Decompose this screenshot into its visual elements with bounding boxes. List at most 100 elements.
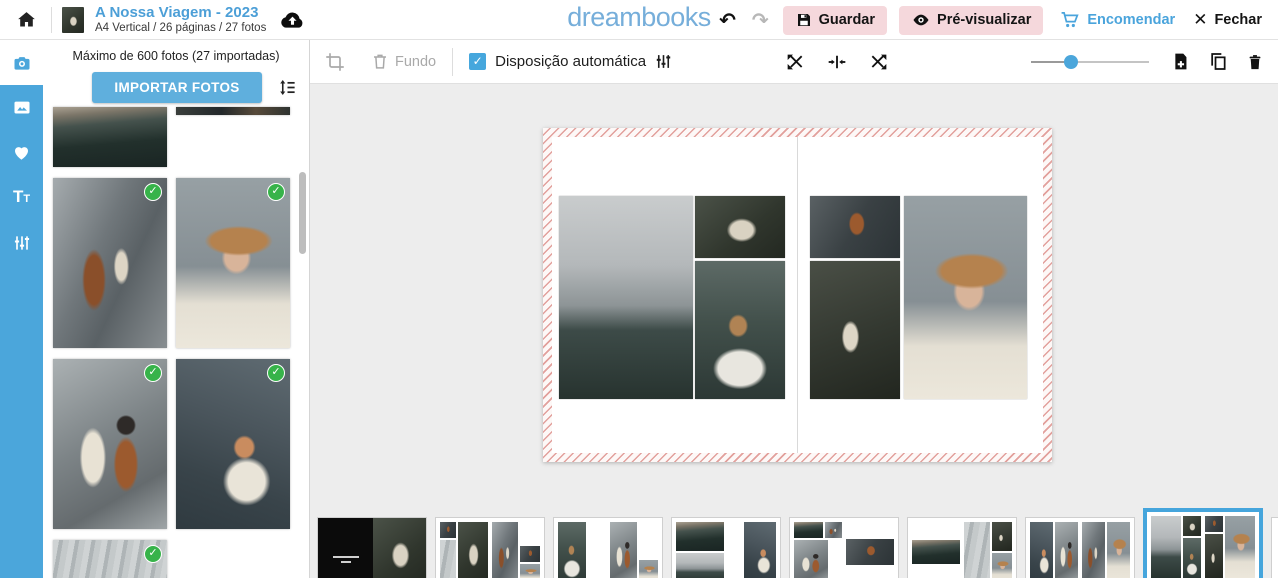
eye-icon [911, 11, 931, 29]
text-icon: TT [13, 188, 30, 208]
cloud-sync-icon [280, 10, 305, 29]
spread-photo-cliff-and-lake[interactable] [559, 196, 693, 399]
cover-back [318, 518, 373, 578]
copy-icon [1208, 51, 1228, 72]
cover-front-photo [373, 518, 426, 578]
project-thumbnail [62, 7, 84, 33]
filmstrip-thumb-spread-6[interactable] [1025, 517, 1135, 578]
grid-empty-cell [176, 540, 290, 578]
panel-scrollbar[interactable] [299, 172, 306, 254]
page-filmstrip [310, 508, 1278, 578]
mini-page [1082, 522, 1130, 578]
crop-button[interactable] [325, 52, 345, 72]
merge-pages-button[interactable] [827, 52, 847, 72]
mini-photo [1055, 522, 1078, 578]
undo-button[interactable]: ↶ [717, 8, 738, 32]
mini-page [964, 522, 1012, 578]
filmstrip-thumb-spread-4[interactable] [789, 517, 899, 578]
filmstrip-thumb-spread-2[interactable] [553, 517, 663, 578]
gallery-icon [11, 98, 33, 117]
mini-photo [440, 540, 456, 578]
mini-photo [520, 564, 540, 578]
photo-thumb-woman-by-lake[interactable] [176, 359, 290, 529]
photo-thumb-rock-texture[interactable] [53, 540, 167, 578]
book-spread[interactable] [543, 128, 1052, 462]
mini-photo [1205, 516, 1223, 532]
sidebar-rail: TT [0, 40, 43, 578]
close-label: Fechar [1214, 12, 1262, 28]
import-photos-button[interactable]: IMPORTAR FOTOS [92, 72, 262, 103]
mini-photo [676, 553, 724, 578]
trash-outline-icon [371, 52, 389, 71]
spread-photo-couple-on-bridge[interactable] [810, 261, 900, 399]
shuffle-group [785, 52, 889, 72]
filmstrip-thumb-spread-7-selected[interactable] [1143, 508, 1263, 578]
save-button[interactable]: Guardar [783, 6, 887, 35]
photo-panel: Máximo de 600 fotos (27 importadas) IMPO… [43, 40, 310, 578]
photo-thumb-couple-selfie[interactable] [53, 359, 167, 529]
home-button[interactable] [14, 7, 39, 32]
spread-photo-woman-with-hat[interactable] [904, 196, 1027, 399]
auto-layout-checkbox[interactable]: ✓ [469, 53, 486, 70]
project-info: A Nossa Viagem - 2023 A4 Vertical / 26 p… [95, 4, 266, 35]
tab-backgrounds[interactable] [0, 85, 43, 130]
mini-photo [492, 522, 518, 578]
topbar-left: A Nossa Viagem - 2023 A4 Vertical / 26 p… [0, 4, 305, 35]
project-title: A Nossa Viagem - 2023 [95, 4, 266, 21]
tab-photos[interactable] [0, 40, 43, 85]
filmstrip-thumb-cover[interactable] [317, 517, 427, 578]
preview-button[interactable]: Pré-visualizar [899, 6, 1043, 35]
mini-page [440, 522, 488, 578]
shuffle-left-icon [785, 52, 805, 72]
tab-text[interactable]: TT [0, 175, 43, 220]
add-page-button[interactable] [1171, 51, 1190, 72]
sort-photos-button[interactable] [278, 78, 297, 97]
zoom-slider[interactable] [1031, 55, 1149, 69]
filmstrip-thumb-spread-3[interactable] [671, 517, 781, 578]
spread-photo-woman-in-cave[interactable] [695, 196, 785, 258]
toolbar-right-group [1031, 51, 1264, 72]
delete-page-button[interactable] [1246, 52, 1264, 72]
crop-icon [325, 52, 345, 72]
mini-photo [458, 522, 488, 578]
page-split-line [797, 137, 798, 453]
photo-thumb-couple-on-rocks[interactable] [53, 178, 167, 348]
order-button[interactable]: Encomendar [1055, 10, 1179, 30]
mini-photo [610, 522, 637, 578]
filmstrip-thumb-partial[interactable] [1271, 517, 1278, 578]
spread-photo-woman-in-boat[interactable] [695, 261, 785, 399]
layout-options-button[interactable] [654, 52, 673, 71]
shuffle-back-button[interactable] [785, 52, 805, 72]
mini-photo [912, 540, 960, 564]
tune-icon [654, 52, 673, 71]
background-button[interactable]: Fundo [371, 52, 436, 71]
mini-photo [1030, 522, 1053, 578]
filmstrip-thumb-spread-1[interactable] [435, 517, 545, 578]
tab-settings[interactable] [0, 220, 43, 265]
cart-icon [1059, 10, 1080, 30]
sort-icon [278, 78, 297, 97]
mini-photo [1082, 522, 1105, 578]
close-button[interactable]: ✕ Fechar [1191, 10, 1264, 30]
mini-page [610, 522, 658, 578]
spread-photo-man-on-rocks[interactable] [810, 196, 900, 258]
photo-thumb-edge-sliver[interactable] [176, 107, 290, 115]
shuffle-forward-button[interactable] [869, 52, 889, 72]
auto-layout-label: Disposição automática [495, 53, 646, 70]
duplicate-page-button[interactable] [1208, 51, 1228, 72]
mini-photo [1183, 538, 1201, 578]
photo-grid [53, 107, 309, 578]
redo-button[interactable]: ↷ [750, 8, 771, 32]
heart-icon [11, 143, 32, 162]
tab-favorites[interactable] [0, 130, 43, 175]
photo-thumb-boat-on-dark-water[interactable] [53, 107, 167, 167]
redo-icon: ↷ [752, 10, 769, 30]
save-icon [795, 11, 813, 29]
app-window: A Nossa Viagem - 2023 A4 Vertical / 26 p… [0, 0, 1278, 578]
divider [452, 48, 453, 76]
mini-photo [639, 560, 658, 578]
zoom-slider-thumb[interactable] [1064, 55, 1078, 69]
import-row: IMPORTAR FOTOS [43, 72, 309, 103]
photo-thumb-woman-with-hat[interactable] [176, 178, 290, 348]
filmstrip-thumb-spread-5[interactable] [907, 517, 1017, 578]
